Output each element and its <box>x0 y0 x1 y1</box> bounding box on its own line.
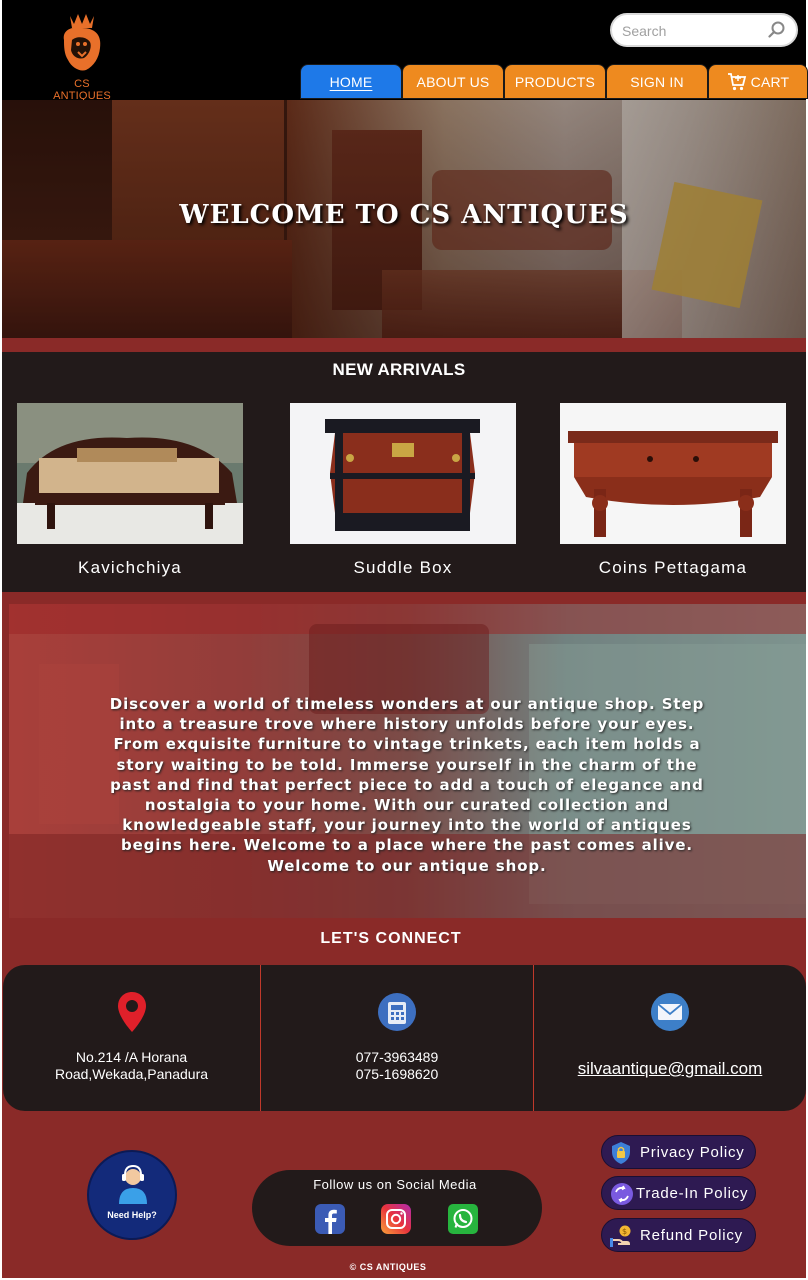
address-line-2: Road,Wekada,Panadura <box>54 1066 209 1082</box>
product-name: Kavichchiya <box>78 558 182 577</box>
search-input[interactable] <box>622 21 762 41</box>
trade-in-policy-label: Trade-In Policy <box>636 1185 749 1202</box>
phone-number-2[interactable]: 075-1698620 <box>261 1066 533 1083</box>
new-arrivals-section: NEW ARRIVALS Kavichchiya Suddle Box Coin… <box>2 352 806 592</box>
logo-text: CS ANTIQUES <box>53 78 111 102</box>
site-header: CS ANTIQUES HOME ABOUT US PRODUCTS SIGN … <box>2 0 808 102</box>
instagram-icon[interactable] <box>381 1204 411 1234</box>
trade-in-policy-button[interactable]: Trade-In Policy <box>601 1176 756 1210</box>
nav-cart-label: CART <box>750 73 790 90</box>
hero-divider <box>2 338 806 352</box>
facebook-icon[interactable] <box>315 1204 345 1234</box>
contact-address: No.214 /A Horana Road,Wekada,Panadura <box>3 965 260 1111</box>
refund-policy-label: Refund Policy <box>640 1227 743 1244</box>
contact-email: silvaantique@gmail.com <box>534 965 806 1111</box>
cart-icon <box>727 72 746 90</box>
search-icon[interactable] <box>768 21 786 39</box>
svg-text:$: $ <box>622 1227 628 1236</box>
nav-about-us[interactable]: ABOUT US <box>402 64 504 99</box>
need-help-button[interactable]: Need Help? <box>87 1150 177 1240</box>
contact-phone: 077-3963489 075-1698620 <box>261 965 533 1111</box>
product-card-coins-pettagama[interactable]: Coins Pettagama <box>560 403 786 595</box>
privacy-policy-button[interactable]: Privacy Policy <box>601 1135 756 1169</box>
phone-number-1[interactable]: 077-3963489 <box>261 1049 533 1066</box>
search-box <box>610 13 798 47</box>
privacy-policy-label: Privacy Policy <box>640 1144 745 1161</box>
lion-crown-logo-icon <box>63 14 101 71</box>
nav-sign-in-label: SIGN IN <box>630 73 684 90</box>
email-envelope-icon <box>651 993 689 1031</box>
product-card-kavichchiya[interactable]: Kavichchiya <box>17 403 243 595</box>
about-banner: Discover a world of timeless wonders at … <box>9 604 806 918</box>
contact-panel: No.214 /A Horana Road,Wekada,Panadura 07… <box>3 965 806 1111</box>
whatsapp-icon[interactable] <box>448 1204 478 1234</box>
about-section: Discover a world of timeless wonders at … <box>2 592 806 922</box>
address-line-1: No.214 /A Horana <box>75 1049 188 1065</box>
need-help-label: Need Help? <box>107 1210 157 1220</box>
hero-title: WELCOME TO CS ANTIQUES <box>179 200 629 230</box>
nav-cart[interactable]: CART <box>708 64 808 99</box>
refund-hand-coin-icon: $ <box>610 1225 631 1247</box>
product-image[interactable] <box>17 403 243 544</box>
nav-about-label: ABOUT US <box>416 73 490 90</box>
social-media-panel: Follow us on Social Media <box>252 1170 542 1246</box>
product-image[interactable] <box>560 403 786 544</box>
refund-policy-button[interactable]: $ Refund Policy <box>601 1218 756 1252</box>
email-link[interactable]: silvaantique@gmail.com <box>578 1059 763 1078</box>
connect-heading: LET'S CONNECT <box>320 930 462 947</box>
nav-products-label: PRODUCTS <box>514 73 596 90</box>
product-card-suddle-box[interactable]: Suddle Box <box>290 403 516 595</box>
nav-home[interactable]: HOME <box>300 64 402 99</box>
product-name: Coins Pettagama <box>598 558 748 577</box>
shield-icon <box>612 1142 630 1164</box>
telephone-icon <box>378 993 416 1031</box>
location-pin-icon <box>117 992 146 1032</box>
new-arrivals-heading: NEW ARRIVALS <box>332 360 466 379</box>
social-title: Follow us on Social Media <box>313 1177 477 1192</box>
hero-banner: WELCOME TO CS ANTIQUES <box>2 100 806 340</box>
nav-products[interactable]: PRODUCTS <box>504 64 606 99</box>
trade-exchange-icon <box>611 1183 633 1205</box>
nav-sign-in[interactable]: SIGN IN <box>606 64 708 99</box>
logo[interactable]: CS ANTIQUES <box>42 10 132 102</box>
copyright: © CS ANTIQUES <box>349 1262 427 1272</box>
support-agent-icon <box>119 1164 147 1204</box>
about-text: Discover a world of timeless wonders at … <box>109 695 705 875</box>
nav-home-label: HOME <box>329 73 373 90</box>
product-name: Suddle Box <box>353 558 453 577</box>
product-image[interactable] <box>290 403 516 544</box>
